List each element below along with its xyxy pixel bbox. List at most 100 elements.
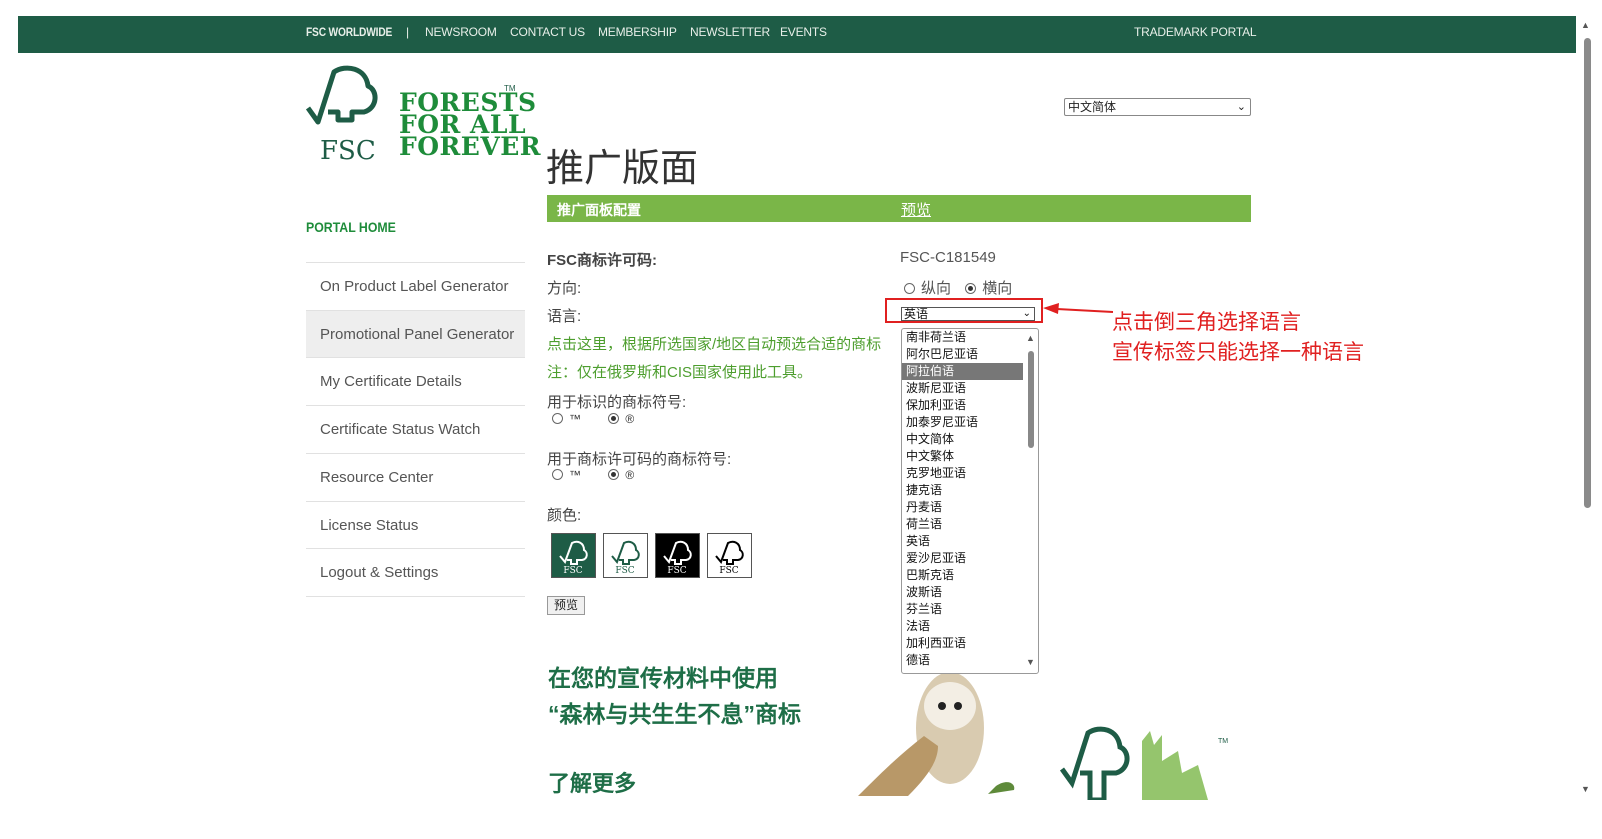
license-tm-radio[interactable] (552, 469, 563, 480)
language-option[interactable]: 芬兰语 (902, 601, 1023, 618)
license-tm-label: ™ (569, 468, 581, 482)
page-frame: FSC WORLDWIDE | NEWSROOM CONTACT US MEMB… (18, 16, 1576, 800)
color-swatch-white-green[interactable]: FSC (603, 533, 648, 578)
promo-line-2: “森林与共生生不息”商标 (548, 701, 801, 727)
mark-symbol-radio-group: ™ ® (552, 412, 634, 426)
language-option[interactable]: 阿尔巴尼亚语 (902, 346, 1023, 363)
sidebar-item-logout-settings[interactable]: Logout & Settings (306, 548, 525, 596)
language-dropdown-list[interactable]: 南非荷兰语 阿尔巴尼亚语 阿拉伯语 波斯尼亚语 保加利亚语 加泰罗尼亚语 中文简… (901, 328, 1039, 674)
language-option[interactable]: 南非荷兰语 (902, 329, 1023, 346)
license-symbol-label: 用于商标许可码的商标符号: (547, 451, 732, 468)
color-swatch-black[interactable]: FSC (655, 533, 700, 578)
site-language-select[interactable]: 中文简体 ⌄ (1064, 98, 1251, 116)
language-label: 语言: (547, 308, 582, 325)
preview-button[interactable]: 预览 (547, 596, 585, 615)
orientation-portrait-label: 纵向 (921, 280, 952, 297)
dropdown-scroll-up-icon[interactable]: ▲ (1026, 333, 1035, 343)
language-option[interactable]: 丹麦语 (902, 499, 1023, 516)
logo-line-forever: FOREVER (399, 132, 542, 161)
nav-newsletter[interactable]: NEWSLETTER (690, 25, 770, 39)
license-r-label: ® (625, 468, 635, 482)
mark-symbol-label: 用于标识的商标符号: (547, 394, 687, 411)
license-code-label: FSC商标许可码: (547, 252, 657, 269)
svg-text:FSC: FSC (719, 566, 738, 576)
nav-events[interactable]: EVENTS (780, 25, 827, 39)
orientation-portrait-radio[interactable] (904, 283, 915, 294)
language-option[interactable]: 克罗地亚语 (902, 465, 1023, 482)
page-title: 推广版面 (546, 146, 699, 190)
config-header-bar: 推广面板配置 预览 (547, 195, 1251, 222)
language-option[interactable]: 英语 (902, 533, 1023, 550)
color-label: 颜色: (547, 507, 582, 524)
preview-tab-link[interactable]: 预览 (901, 199, 931, 220)
portal-home-link[interactable]: PORTAL HOME (306, 219, 396, 235)
language-option[interactable]: 德语 (902, 652, 1023, 669)
license-r-radio[interactable] (608, 469, 620, 480)
scroll-up-arrow-icon[interactable]: ▲ (1581, 20, 1590, 30)
annotation-note-1: 点击倒三角选择语言 (1112, 311, 1301, 334)
nav-fsc-worldwide[interactable]: FSC WORLDWIDE (306, 25, 392, 39)
config-tab-label[interactable]: 推广面板配置 (557, 200, 641, 220)
usage-note: 注：仅在俄罗斯和CIS国家使用此工具。 (547, 364, 813, 381)
orientation-landscape-label: 横向 (982, 280, 1013, 297)
language-option[interactable]: 中文繁体 (902, 448, 1023, 465)
sidebar-item-certificate-details[interactable]: My Certificate Details (306, 357, 525, 405)
chevron-down-icon: ⌄ (1236, 101, 1246, 113)
nav-trademark-portal[interactable]: TRADEMARK PORTAL (1134, 25, 1257, 39)
orientation-landscape-radio[interactable] (965, 283, 977, 294)
learn-more-link[interactable]: 了解更多 (548, 766, 636, 798)
logo-tagline: FORESTS FOR ALL FOREVER (399, 90, 542, 161)
sidebar-item-promotional-panel[interactable]: Promotional Panel Generator (306, 310, 525, 358)
language-option[interactable]: 加泰罗尼亚语 (902, 414, 1023, 431)
language-option[interactable]: 加利西亚语 (902, 635, 1023, 652)
sidebar-divider (306, 596, 525, 597)
scroll-down-arrow-icon[interactable]: ▼ (1581, 784, 1590, 794)
nav-separator: | (406, 25, 409, 39)
dropdown-scrollbar-thumb[interactable] (1028, 351, 1034, 448)
color-swatch-green[interactable]: FSC (551, 533, 596, 578)
mark-r-radio[interactable] (608, 413, 620, 424)
orientation-radio-group: 纵向 横向 (904, 277, 1012, 298)
auto-select-link[interactable]: 点击这里，根据所选国家/地区自动预选合适的商标 (547, 333, 881, 354)
fsc-tree-icon: FSC (559, 540, 588, 576)
language-option[interactable]: 爱沙尼亚语 (902, 550, 1023, 567)
language-option[interactable]: 波斯语 (902, 584, 1023, 601)
mark-tm-radio[interactable] (552, 413, 563, 424)
svg-text:FSC: FSC (563, 566, 582, 576)
language-option[interactable]: 波斯尼亚语 (902, 380, 1023, 397)
fsc-tree-icon: FSC (663, 540, 692, 576)
annotation-note-2: 宣传标签只能选择一种语言 (1112, 341, 1364, 364)
sidebar-item-certificate-status[interactable]: Certificate Status Watch (306, 405, 525, 453)
language-option[interactable]: 保加利亚语 (902, 397, 1023, 414)
promo-line-1: 在您的宣传材料中使用 (548, 665, 778, 691)
language-option[interactable]: 荷兰语 (902, 516, 1023, 533)
color-swatch-white-black[interactable]: FSC (707, 533, 752, 578)
language-option[interactable]: 法语 (902, 618, 1023, 635)
nav-newsroom[interactable]: NEWSROOM (425, 25, 497, 39)
svg-text:FSC: FSC (615, 566, 634, 576)
language-option[interactable]: 中文简体 (902, 431, 1023, 448)
svg-text:FSC: FSC (667, 566, 686, 576)
owl-image-icon (858, 672, 1015, 796)
svg-text:TM: TM (1218, 738, 1228, 745)
mark-tm-label: ™ (569, 412, 581, 426)
language-option-highlighted[interactable]: 阿拉伯语 (902, 363, 1023, 380)
fsc-tree-icon: FSC (611, 540, 640, 576)
orientation-label: 方向: (547, 280, 582, 297)
license-symbol-radio-group: ™ ® (552, 468, 634, 482)
annotation-highlight-box (885, 298, 1043, 323)
page-scrollbar-thumb[interactable] (1584, 38, 1591, 508)
license-code-value: FSC-C181549 (900, 249, 996, 266)
dropdown-scroll-down-icon[interactable]: ▼ (1026, 657, 1035, 667)
site-language-value: 中文简体 (1068, 100, 1117, 114)
fsc-animals-logo-icon: TM (1059, 726, 1228, 800)
logo-tm-mark: TM (504, 84, 516, 93)
sidebar-item-on-product-label[interactable]: On Product Label Generator (306, 262, 525, 310)
language-option[interactable]: 捷克语 (902, 482, 1023, 499)
logo-fsc-text: FSC (320, 136, 376, 166)
nav-contact-us[interactable]: CONTACT US (510, 25, 585, 39)
sidebar-item-license-status[interactable]: License Status (306, 501, 525, 549)
sidebar-item-resource-center[interactable]: Resource Center (306, 453, 525, 501)
language-option[interactable]: 巴斯克语 (902, 567, 1023, 584)
nav-membership[interactable]: MEMBERSHIP (598, 25, 677, 39)
